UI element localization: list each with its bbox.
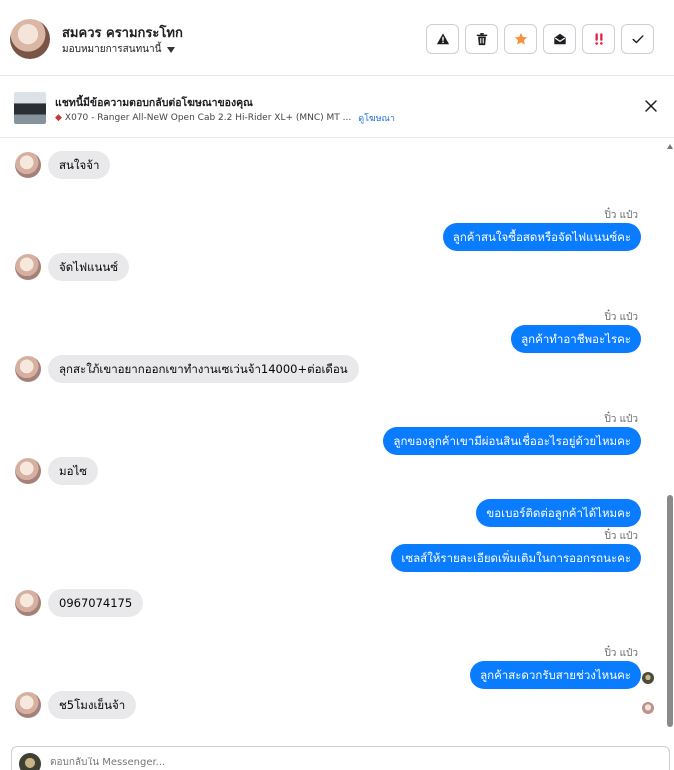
- view-ad-link[interactable]: ดูโฆษณา: [358, 111, 395, 125]
- assign-conversation-dropdown[interactable]: มอบหมายการสนทนานี้: [62, 42, 176, 57]
- outgoing-message[interactable]: ขอเบอร์ติดต่อลูกค้าได้ไหมคะ: [476, 499, 641, 527]
- reply-input[interactable]: [50, 757, 610, 768]
- scrollbar-thumb[interactable]: [667, 495, 673, 727]
- contact-avatar[interactable]: [10, 19, 50, 59]
- caret-down-icon: [167, 46, 176, 53]
- sender-name: ปิ๋ว แป๋ว: [604, 210, 638, 221]
- seen-receipt-avatar: [642, 702, 654, 714]
- scroll-up-arrow-icon[interactable]: [667, 144, 673, 149]
- contact-name[interactable]: สมควร ครามกระโทก: [62, 22, 183, 43]
- double-exclamation-icon: [594, 33, 603, 45]
- mark-unread-button[interactable]: [543, 24, 576, 54]
- contact-message-avatar: [15, 692, 41, 718]
- sender-name: ปิ๋ว แป๋ว: [604, 648, 638, 659]
- reply-composer: [11, 746, 670, 770]
- contact-message-avatar: [15, 356, 41, 382]
- mark-spam-button[interactable]: [426, 24, 459, 54]
- contact-message-avatar: [15, 590, 41, 616]
- delete-button[interactable]: [465, 24, 498, 54]
- ad-product-name: X070 - Ranger All-NeW Open Cab 2.2 Hi-Ri…: [64, 113, 352, 123]
- sender-name: ปิ๋ว แป๋ว: [604, 531, 638, 542]
- envelope-open-icon: [553, 33, 566, 45]
- outgoing-message[interactable]: ลูกค้าสนใจซื้อสดหรือจัดไฟแนนซ์คะ: [442, 223, 641, 251]
- ad-product-line: ◆ X070 - Ranger All-NeW Open Cab 2.2 Hi-…: [55, 111, 395, 125]
- mark-done-button[interactable]: [621, 24, 654, 54]
- outgoing-message[interactable]: เซลส์ให้รายละเอียดเพิ่มเติมในการออกรถนะค…: [391, 544, 641, 572]
- seen-receipt-avatar: [642, 672, 654, 684]
- star-button[interactable]: [504, 24, 537, 54]
- page-avatar: [19, 753, 41, 770]
- assign-conversation-label: มอบหมายการสนทนานี้: [62, 44, 162, 55]
- follow-up-button[interactable]: [582, 24, 615, 54]
- incoming-message[interactable]: ช5โมงเย็นจ้า: [48, 691, 137, 719]
- outgoing-message[interactable]: ลูกของลูกค้าเขามีผ่อนสินเชื่ออะไรอยู่ด้ว…: [383, 427, 641, 455]
- outgoing-message[interactable]: ลูกค้าทำอาชีพอะไรคะ: [511, 325, 641, 353]
- check-icon: [631, 35, 644, 44]
- conversation-toolbar: [426, 24, 654, 54]
- outgoing-message[interactable]: ลูกค้าสะดวกรับสายช่วงไหนคะ: [470, 661, 641, 689]
- ad-banner-title: แชทนี้มีข้อความตอบกลับต่อโฆษณาของคุณ: [55, 97, 253, 109]
- close-icon[interactable]: [644, 99, 658, 113]
- contact-message-avatar: [15, 152, 41, 178]
- sender-name: ปิ๋ว แป๋ว: [604, 312, 638, 323]
- incoming-message[interactable]: สนใจจ้า: [48, 151, 111, 179]
- incoming-message[interactable]: มอไซ: [48, 457, 99, 485]
- ad-reply-banner: แชทนี้มีข้อความตอบกลับต่อโฆษณาของคุณ ◆ X…: [0, 76, 674, 138]
- conversation-header: สมควร ครามกระโทก มอบหมายการสนทนานี้: [0, 0, 674, 76]
- incoming-message[interactable]: ลุกสะใภ้เขาอยากออกเขาทำงานเซเว่นจ้า14000…: [48, 355, 359, 383]
- contact-message-avatar: [15, 254, 41, 280]
- star-icon: [514, 32, 527, 45]
- contact-message-avatar: [15, 458, 41, 484]
- warning-icon: [436, 33, 449, 45]
- incoming-message[interactable]: 0967074175: [48, 589, 144, 617]
- incoming-message[interactable]: จัดไฟแนนซ์: [48, 253, 130, 281]
- sender-name: ปิ๋ว แป๋ว: [604, 414, 638, 425]
- message-list[interactable]: สนใจจ้า ปิ๋ว แป๋ว ลูกค้าสนใจซื้อสดหรือจัดไ…: [0, 139, 666, 736]
- trash-icon: [476, 33, 487, 46]
- ad-thumbnail[interactable]: [14, 92, 46, 124]
- car-icon: ◆: [55, 113, 62, 123]
- message-scrollbar[interactable]: [666, 139, 674, 736]
